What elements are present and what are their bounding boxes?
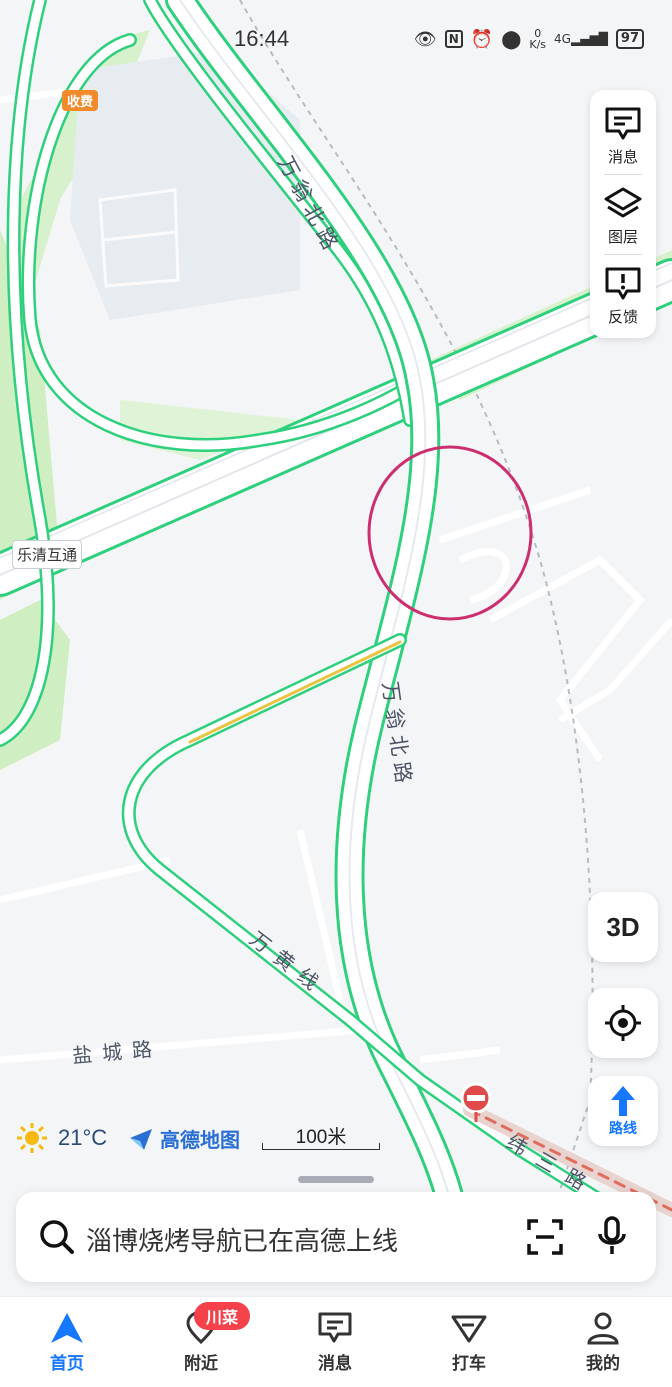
side-panel: 消息 图层 反馈	[590, 90, 656, 338]
view-3d-label: 3D	[606, 911, 640, 942]
messages-button[interactable]: 消息	[590, 96, 656, 176]
bottom-tab-bar: 首页 附近 消息 打车 我的	[0, 1296, 672, 1387]
location-icon: ⬤	[501, 28, 522, 50]
feedback-label: 反馈	[607, 307, 638, 326]
route-button[interactable]: 路线	[588, 1076, 658, 1146]
feedback-icon	[605, 267, 641, 299]
tab-mine[interactable]: 我的	[558, 1311, 648, 1374]
nfc-icon: N	[444, 30, 463, 48]
crosshair-icon	[605, 1005, 641, 1041]
net-speed: 0 K/s	[529, 27, 547, 51]
user-icon	[587, 1312, 619, 1345]
eye-icon: 👁	[413, 28, 437, 50]
tab-messages[interactable]: 消息	[290, 1311, 380, 1374]
signal-icon: 4G▂▄▆█	[554, 32, 608, 46]
search-placeholder: 淄博烧烤导航已在高德上线	[86, 1227, 399, 1257]
tab-nearby-label: 附近	[184, 1354, 218, 1374]
battery-icon: 97	[615, 29, 644, 49]
amap-logo-icon	[130, 1128, 152, 1150]
amap-logo: 高德地图	[128, 1124, 240, 1153]
layers-icon	[604, 187, 642, 217]
interchange-label: 乐清互通	[12, 540, 83, 569]
brand-name: 高德地图	[160, 1128, 240, 1152]
sun-icon	[17, 1123, 47, 1153]
view-3d-button[interactable]: 3D	[588, 892, 658, 962]
route-arrow-icon	[611, 1086, 635, 1116]
drawer-handle[interactable]	[298, 1176, 374, 1183]
toll-label: 收费	[62, 90, 99, 111]
layers-label: 图层	[607, 227, 638, 246]
tab-taxi[interactable]: 打车	[424, 1311, 514, 1374]
message-icon	[605, 107, 641, 139]
scale-bar	[262, 1143, 380, 1150]
feedback-button[interactable]: 反馈	[590, 256, 656, 336]
locate-button[interactable]	[588, 988, 658, 1058]
weather-widget[interactable]: 21°C	[16, 1122, 107, 1154]
chat-icon	[318, 1312, 352, 1343]
tab-home-label: 首页	[50, 1354, 84, 1374]
status-time: 16:44	[234, 26, 290, 51]
status-bar: 16:44 👁 N ⏰ ⬤ 0 K/s 4G▂▄▆█ 97	[0, 24, 672, 56]
taxi-icon	[451, 1315, 487, 1343]
alarm-icon: ⏰	[470, 28, 494, 50]
messages-label: 消息	[607, 147, 638, 166]
microphone-icon[interactable]	[596, 1216, 628, 1258]
tab-messages-label: 消息	[318, 1354, 352, 1374]
tab-taxi-label: 打车	[452, 1354, 486, 1374]
map-scale: 100米	[262, 1120, 380, 1150]
nearby-badge: 川菜	[194, 1302, 251, 1330]
tab-home[interactable]: 首页	[22, 1311, 112, 1374]
scan-icon[interactable]	[526, 1218, 564, 1256]
search-icon	[40, 1220, 74, 1254]
layers-button[interactable]: 图层	[590, 176, 656, 256]
temperature: 21°C	[58, 1125, 108, 1150]
route-label: 路线	[609, 1121, 637, 1137]
search-bar[interactable]: 淄博烧烤导航已在高德上线	[16, 1192, 656, 1282]
home-arrow-icon	[51, 1313, 83, 1343]
tab-mine-label: 我的	[586, 1354, 620, 1374]
